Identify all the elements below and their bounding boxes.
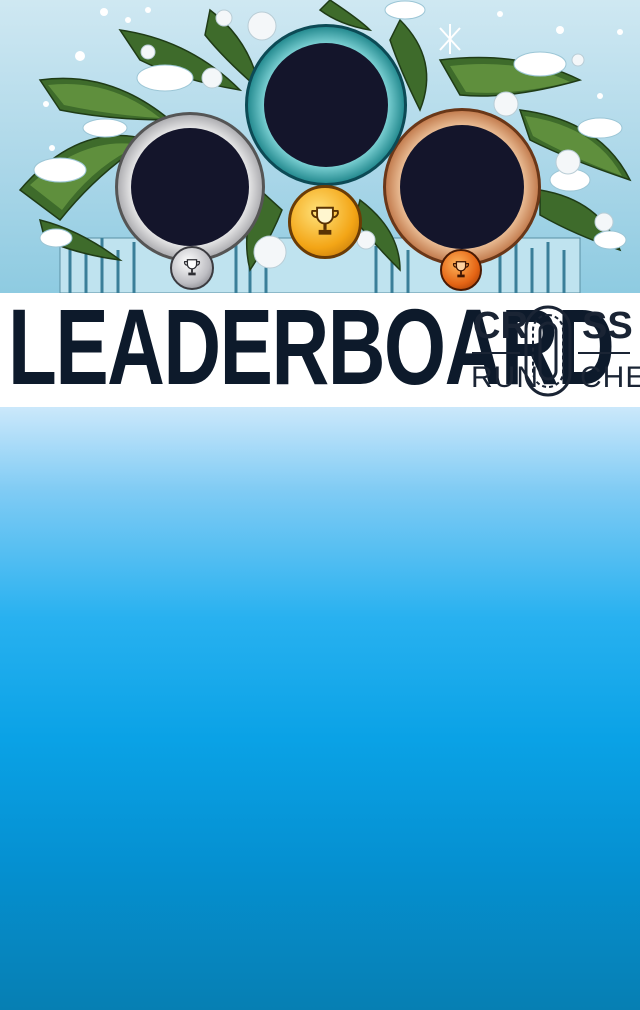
silver-trophy-medal [170, 246, 214, 290]
logo-text-ss: SS [582, 305, 633, 347]
page-title: LEADERBOARD [8, 286, 615, 407]
trophy-icon [311, 206, 339, 235]
third-place-portrait [400, 125, 524, 249]
gold-trophy-medal [288, 185, 362, 259]
trophy-icon [183, 259, 201, 276]
second-place-portrait [131, 128, 249, 246]
logo-text-run: RUN [471, 361, 539, 394]
second-place-portrait-frame [115, 112, 265, 262]
leaderboard-list-area [0, 407, 640, 1010]
third-place-portrait-frame [383, 108, 541, 266]
logo-text-cr: CR [473, 305, 528, 347]
title-band: LEADERBOARD CR SS RUN CHE [0, 287, 640, 407]
trophy-icon [452, 261, 470, 278]
podium-banner [0, 0, 640, 293]
first-place-portrait-frame [245, 24, 407, 186]
bronze-trophy-medal [440, 249, 482, 291]
cross-run-logo: CR SS RUN CHE [468, 301, 640, 397]
first-place-portrait [264, 43, 388, 167]
logo-text-che: CHE [580, 361, 640, 394]
